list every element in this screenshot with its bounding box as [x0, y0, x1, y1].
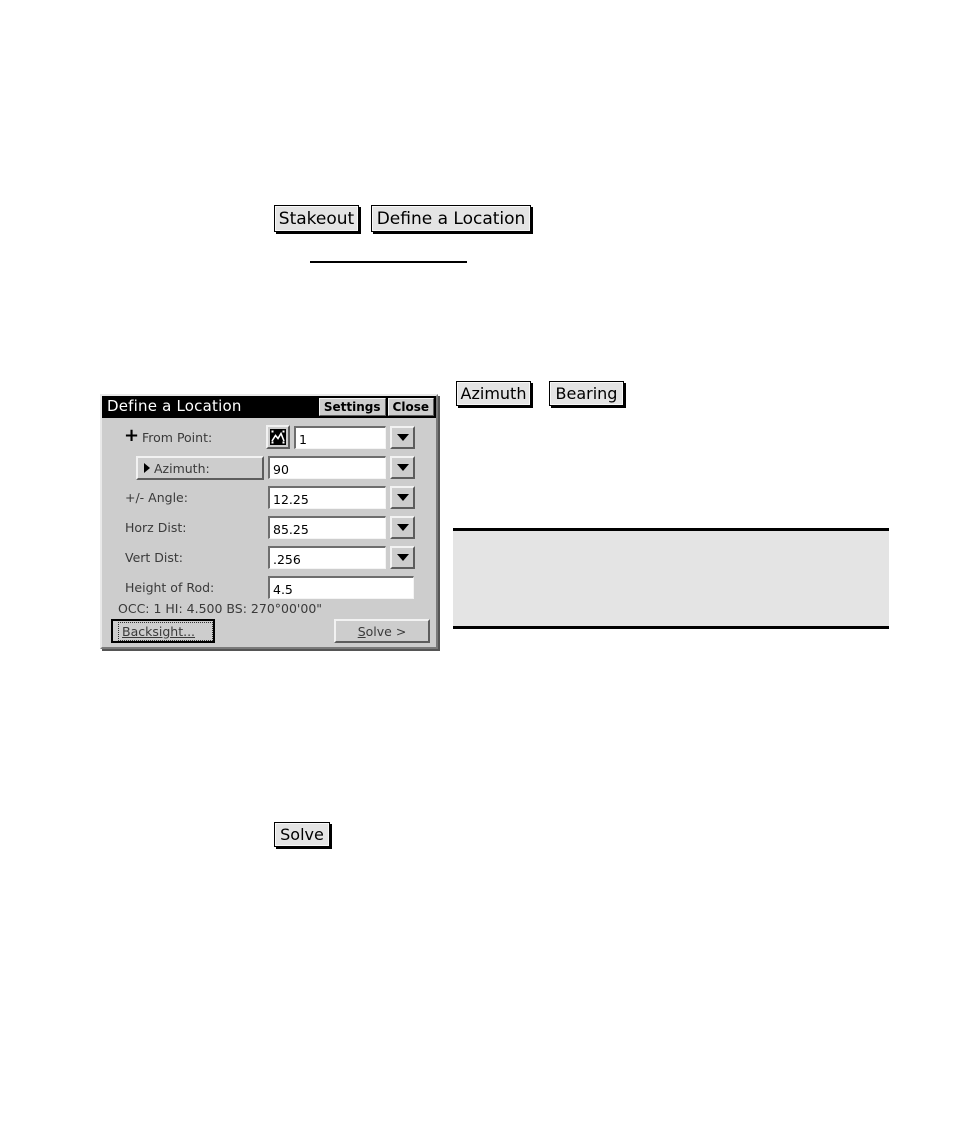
callout-define-location-button[interactable]: Define a Location — [371, 205, 531, 232]
azimuth-mode-button[interactable]: Azimuth: — [136, 456, 264, 480]
chevron-down-icon — [396, 434, 409, 441]
point-picker-icon — [270, 429, 286, 445]
input-azimuth[interactable] — [268, 456, 386, 479]
chevron-down-icon — [396, 524, 409, 531]
triangle-right-icon — [144, 463, 150, 473]
callout-azimuth-label: Azimuth — [460, 384, 527, 403]
label-from-point: From Point: — [142, 430, 213, 445]
label-horz-dist: Horz Dist: — [125, 520, 187, 535]
status-line: OCC: 1 HI: 4.500 BS: 270°00'00" — [118, 601, 323, 616]
input-vert-dist[interactable] — [268, 546, 386, 569]
input-from-point[interactable] — [294, 426, 386, 449]
field-row-angle: +/- Angle: — [102, 484, 436, 514]
point-picker-button[interactable] — [266, 425, 290, 449]
dialog-titlebar: Define a Location Settings Close — [102, 396, 436, 418]
field-row-from-point: + From Point: — [102, 424, 436, 454]
field-row-height-of-rod: Height of Rod: — [102, 574, 436, 604]
label-height-of-rod: Height of Rod: — [125, 580, 215, 595]
dialog-form: + From Point: 1 Azimuth: 90 +/- Angle: 1… — [102, 418, 436, 604]
solve-button-mnemonic: S — [357, 623, 366, 639]
chevron-down-icon — [396, 464, 409, 471]
define-a-location-dialog: Define a Location Settings Close + From … — [100, 394, 438, 649]
label-azimuth: Azimuth: — [154, 460, 210, 476]
label-vert-dist: Vert Dist: — [125, 550, 184, 565]
label-angle: +/- Angle: — [125, 490, 188, 505]
input-height-of-rod[interactable] — [268, 576, 414, 599]
field-row-vert-dist: Vert Dist: — [102, 544, 436, 574]
dialog-title: Define a Location — [107, 397, 242, 415]
dropdown-azimuth[interactable] — [390, 456, 415, 479]
settings-button[interactable]: Settings — [318, 398, 386, 416]
horizontal-divider — [310, 261, 467, 263]
solve-button-label: olve > — [365, 623, 407, 639]
chevron-down-icon — [396, 554, 409, 561]
callout-bearing-button[interactable]: Bearing — [549, 381, 624, 406]
dropdown-horz-dist[interactable] — [390, 516, 415, 539]
chevron-down-icon — [396, 494, 409, 501]
field-row-azimuth: Azimuth: — [102, 454, 436, 484]
backsight-button[interactable]: Backsight... — [111, 619, 215, 643]
solve-button[interactable]: Solve > — [334, 619, 430, 643]
callout-stakeout-label: Stakeout — [278, 208, 355, 229]
plus-icon: + — [124, 425, 140, 446]
input-horz-dist[interactable] — [268, 516, 386, 539]
dropdown-angle[interactable] — [390, 486, 415, 509]
callout-bearing-label: Bearing — [555, 384, 618, 403]
input-angle[interactable] — [268, 486, 386, 509]
callout-define-location-label: Define a Location — [376, 208, 526, 229]
backsight-button-label: Backsight... — [122, 623, 196, 639]
callout-stakeout-button[interactable]: Stakeout — [274, 205, 359, 232]
close-button[interactable]: Close — [387, 398, 434, 416]
callout-solve-button[interactable]: Solve — [274, 822, 330, 847]
dropdown-vert-dist[interactable] — [390, 546, 415, 569]
note-box — [453, 528, 889, 629]
callout-solve-label: Solve — [280, 825, 324, 844]
field-row-horz-dist: Horz Dist: — [102, 514, 436, 544]
callout-azimuth-button[interactable]: Azimuth — [456, 381, 531, 406]
dropdown-from-point[interactable] — [390, 426, 415, 449]
